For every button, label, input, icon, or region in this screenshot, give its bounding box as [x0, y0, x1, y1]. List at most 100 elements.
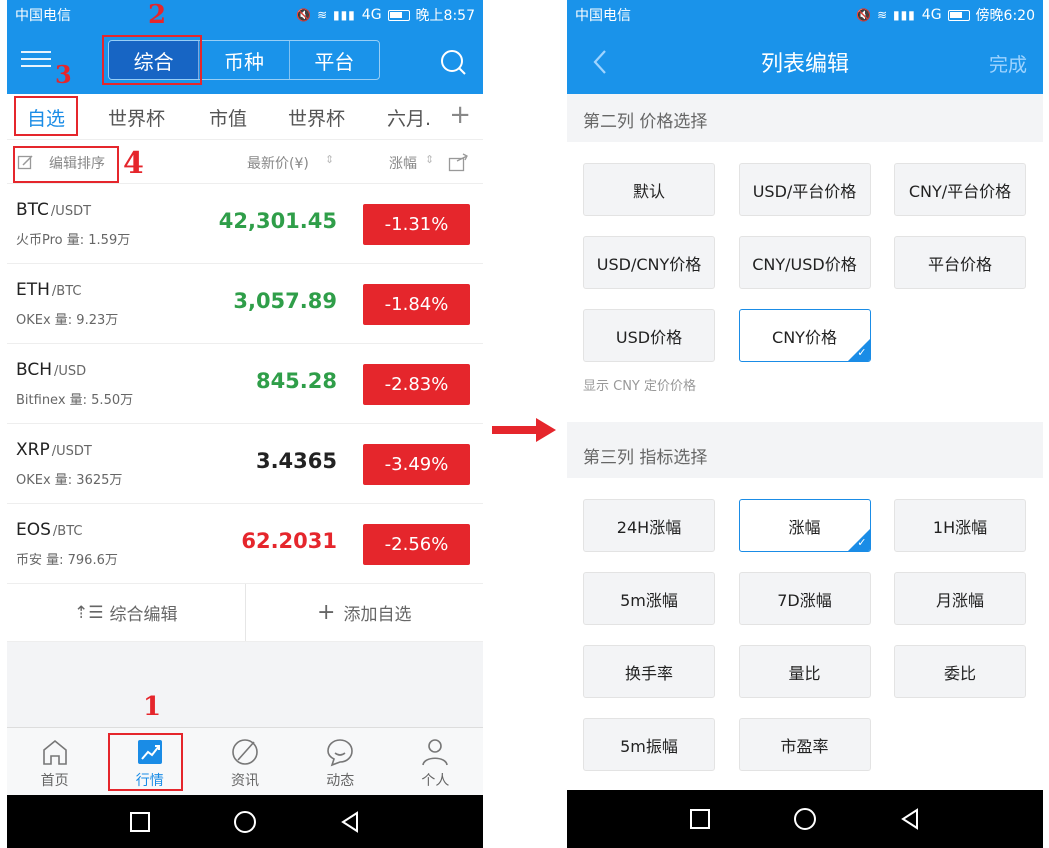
indicator-option[interactable]: 1H涨幅 — [894, 499, 1026, 552]
table-row[interactable]: ETH/BTC OKEx 量: 9.23万 3,057.89 -1.84% — [7, 264, 483, 344]
news-icon — [232, 739, 258, 765]
change-badge[interactable]: -3.49% — [363, 444, 470, 485]
back-triangle-icon[interactable] — [338, 810, 362, 834]
price-option[interactable]: USD价格 — [583, 309, 715, 362]
quote-currency: /BTC — [52, 524, 83, 539]
quote-currency: /USD — [54, 364, 87, 379]
exchange-volume: 火币Pro 量: 1.59万 — [16, 233, 131, 248]
tab-world-cup-2[interactable]: 世界杯 — [288, 104, 345, 131]
change-badge[interactable]: -1.84% — [363, 284, 470, 325]
market-header: 综合 币种 平台 — [7, 30, 483, 94]
tab-favorites[interactable]: 自选 — [27, 104, 65, 131]
table-row[interactable]: EOS/BTC 币安 量: 796.6万 62.2031 -2.56% — [7, 504, 483, 584]
price-option[interactable]: 平台价格 — [894, 236, 1026, 289]
nav-home[interactable]: 首页 — [7, 728, 102, 795]
recent-apps-icon[interactable] — [128, 810, 152, 834]
edit-icon[interactable] — [17, 154, 34, 171]
battery-icon — [387, 9, 410, 21]
sort-icon: ⇡☰ — [74, 602, 104, 623]
table-row[interactable]: XRP/USDT OKEx 量: 3625万 3.4365 -3.49% — [7, 424, 483, 504]
price-option[interactable]: USD/平台价格 — [738, 163, 871, 216]
price-option-grid: 默认 USD/平台价格 CNY/平台价格 USD/CNY价格 CNY/USD价格 平台价格… — [567, 163, 1043, 382]
segment-control: 综合 币种 平台 — [108, 40, 380, 80]
battery-icon — [947, 9, 970, 21]
segment-comprehensive[interactable]: 综合 — [109, 41, 200, 79]
coin-symbol: ETH/BTC — [16, 280, 82, 300]
carrier-label: 中国电信 — [15, 8, 71, 24]
exchange-volume: 币安 量: 796.6万 — [16, 553, 118, 568]
mute-wifi-signal-icons: 🔇 ≋ ▮▮▮ — [856, 8, 916, 22]
price-option[interactable]: CNY/平台价格 — [894, 163, 1026, 216]
table-row[interactable]: BTC/USDT 火币Pro 量: 1.59万 42,301.45 -1.31% — [7, 184, 483, 264]
indicator-option[interactable]: 量比 — [738, 645, 871, 698]
carrier-label: 中国电信 — [575, 8, 631, 24]
add-tab-icon[interactable]: + — [449, 100, 471, 130]
coin-symbol: XRP/USDT — [16, 440, 92, 460]
search-icon[interactable] — [439, 48, 467, 76]
change-badge[interactable]: -2.56% — [363, 524, 470, 565]
edit-sort-label[interactable]: 编辑排序 — [49, 153, 105, 173]
price-option[interactable]: USD/CNY价格 — [583, 236, 715, 289]
indicator-option[interactable]: 涨幅 ✓ — [738, 499, 871, 552]
change-badge[interactable]: -2.83% — [363, 364, 470, 405]
tab-market-cap[interactable]: 市值 — [209, 104, 247, 131]
segment-platform[interactable]: 平台 — [290, 41, 379, 79]
latest-price-header[interactable]: 最新价(¥) — [247, 153, 309, 173]
latest-price: 845.28 — [255, 369, 337, 393]
home-circle-icon[interactable] — [793, 807, 817, 831]
home-circle-icon[interactable] — [233, 810, 257, 834]
change-header[interactable]: 涨幅 — [389, 153, 417, 173]
price-options-panel: 默认 USD/平台价格 CNY/平台价格 USD/CNY价格 CNY/USD价格 平台价格… — [567, 142, 1043, 422]
sort-arrows-icon[interactable]: ⇕ — [425, 153, 434, 166]
page-title: 列表编辑 — [760, 52, 849, 77]
latest-price: 3,057.89 — [233, 289, 337, 313]
recent-apps-icon[interactable] — [688, 807, 712, 831]
section-price-title: 第二列 价格选择 — [583, 112, 708, 132]
indicator-option[interactable]: 委比 — [894, 645, 1026, 698]
nav-activity[interactable]: 动态 — [293, 728, 388, 795]
exchange-volume: Bitfinex 量: 5.50万 — [16, 393, 134, 408]
chat-icon — [327, 739, 354, 767]
share-icon[interactable] — [448, 153, 469, 172]
latest-price: 42,301.45 — [218, 209, 337, 233]
edit-all-button[interactable]: ⇡☰ 综合编辑 — [7, 584, 246, 641]
indicator-option[interactable]: 24H涨幅 — [583, 499, 715, 552]
nav-news[interactable]: 资讯 — [197, 728, 292, 795]
list-edit-header: 列表编辑 完成 — [567, 30, 1043, 94]
indicator-option[interactable]: 5m涨幅 — [583, 572, 715, 625]
tab-world-cup[interactable]: 世界杯 — [108, 104, 165, 131]
home-icon — [42, 739, 67, 765]
network-type: 4G — [921, 7, 942, 23]
indicator-options-panel: 24H涨幅 涨幅 ✓ 1H涨幅 5m涨幅 7D涨幅 月涨幅换手率 量比 委比 5m振幅 市盈率 — [567, 478, 1043, 796]
segment-coin[interactable]: 币种 — [199, 41, 290, 79]
market-chart-icon — [137, 740, 162, 764]
price-option[interactable]: CNY/USD价格 — [738, 236, 871, 289]
exchange-volume: OKEx 量: 3625万 — [16, 473, 123, 488]
indicator-option[interactable]: 月涨幅 — [894, 572, 1026, 625]
table-row[interactable]: BCH/USD Bitfinex 量: 5.50万 845.28 -2.83% — [7, 344, 483, 424]
menu-icon[interactable] — [21, 46, 51, 74]
quote-currency: /USDT — [51, 444, 92, 459]
nav-market[interactable]: 行情 — [102, 728, 197, 795]
tab-june[interactable]: 六月. — [387, 104, 431, 131]
indicator-option[interactable]: 7D涨幅 — [738, 572, 871, 625]
sort-arrows-icon[interactable]: ⇕ — [325, 153, 334, 166]
change-badge[interactable]: -1.31% — [363, 204, 470, 245]
annotation-number-1: 1 — [143, 692, 162, 722]
coin-list: BTC/USDT 火币Pro 量: 1.59万 42,301.45 -1.31% ETH… — [7, 184, 483, 584]
latest-price: 62.2031 — [241, 529, 337, 553]
exchange-volume: OKEx 量: 9.23万 — [16, 313, 119, 328]
indicator-option[interactable]: 市盈率 — [738, 718, 871, 771]
add-favorite-button[interactable]: + 添加自选 — [246, 584, 484, 641]
nav-profile[interactable]: 个人 — [388, 728, 483, 795]
coin-symbol: BCH/USD — [16, 360, 87, 380]
price-option[interactable]: 默认 — [583, 163, 715, 216]
price-option[interactable]: CNY价格 ✓ — [738, 309, 871, 362]
system-navigation-bar — [7, 795, 483, 848]
back-triangle-icon[interactable] — [898, 807, 922, 831]
indicator-option[interactable]: 换手率 — [583, 645, 715, 698]
indicator-option[interactable]: 5m振幅 — [583, 718, 715, 771]
column-header: 编辑排序 最新价(¥) ⇕ 涨幅 ⇕ — [7, 140, 483, 184]
done-button[interactable]: 完成 — [989, 50, 1027, 77]
plus-icon: + — [317, 600, 336, 625]
